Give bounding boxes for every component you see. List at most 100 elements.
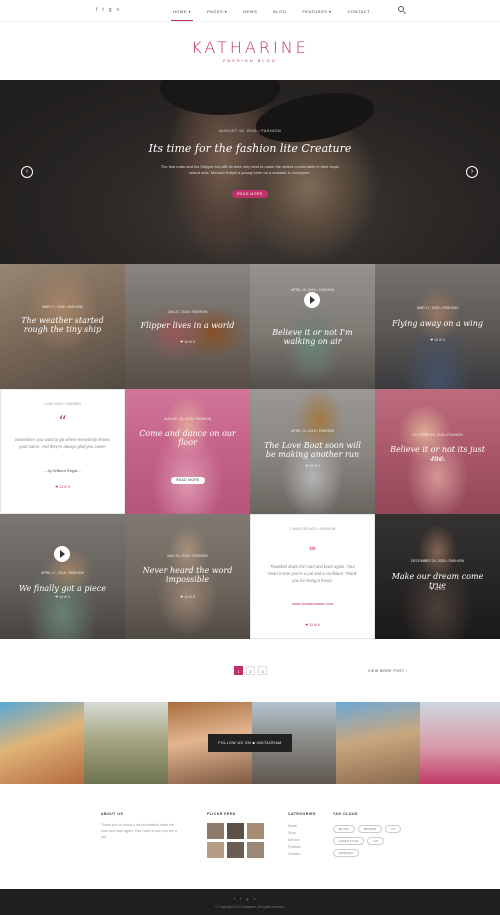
follow-instagram-button[interactable]: FOLLOW US ON ◙ INSTAGRAM (208, 734, 292, 752)
twitter-icon[interactable]: t (102, 7, 103, 13)
nav-item-blog[interactable]: BLOG (265, 0, 294, 22)
about-title: ABOUT US (101, 812, 124, 816)
vimeo-icon[interactable]: v (253, 896, 255, 901)
categories-title: CATEGORIES (288, 812, 316, 816)
hero-excerpt: The first mate and his Skipper too will … (160, 164, 340, 175)
post-meta: DECEMBER 19, 2015 • FASHION (411, 559, 464, 563)
post-stats: ❤ 13 ✉ 3 (55, 485, 70, 489)
post-title[interactable]: We finally got a piece (10, 584, 115, 593)
post-tile[interactable]: JAN 27, 2015 • FASHION Flipper lives in … (125, 264, 250, 389)
post-tile[interactable]: APRIL 17, 2015 • FASHION We finally got … (0, 514, 125, 639)
instagram-photo[interactable] (420, 702, 500, 784)
post-stats: ❤ 14 ✉ 3 (180, 595, 195, 599)
tag-cloud-title: TAG CLOUD (333, 812, 359, 816)
twitter-icon[interactable]: t (240, 896, 241, 901)
view-more-post-link[interactable]: VIEW MORE POST › (368, 669, 407, 673)
flickr-feed (207, 823, 269, 858)
flickr-photo[interactable] (227, 842, 244, 858)
link-post-tile[interactable]: 1 MINUTES AGO • FASHION ∞ Travelled down… (250, 514, 375, 639)
slider-prev-icon[interactable]: ‹ (21, 166, 33, 178)
facebook-icon[interactable]: f (96, 7, 97, 13)
hero-read-more-button[interactable]: READ MORE (232, 190, 268, 198)
nav-item-home[interactable]: HOME ▾ (165, 0, 199, 22)
post-stats: ❤ 14 ✉ 3 (180, 340, 195, 344)
slider-next-icon[interactable]: › (466, 166, 478, 178)
post-tile[interactable]: MAY 23, 2015 • FASHION Never heard the w… (125, 514, 250, 639)
category-link[interactable]: Portfolio (288, 844, 301, 851)
post-meta: APRIL 15, 2015 • FASHION (290, 288, 335, 292)
tag-link[interactable]: LIFESTYLE (333, 837, 365, 845)
post-tile[interactable]: OCTOBER 15, 2015 • FASHION Believe it or… (375, 389, 500, 514)
post-title[interactable]: The Love Boat soon will be making anothe… (260, 441, 365, 459)
post-meta: JAN 27, 2015 • FASHION (167, 310, 208, 314)
tag-link[interactable]: UX (367, 837, 385, 845)
nav-item-pages[interactable]: PAGES ▾ (199, 0, 235, 22)
instagram-photo[interactable] (0, 702, 84, 784)
post-tile[interactable]: MAR 17, 2015 • FASHION The weather start… (0, 264, 125, 389)
post-stats: ❤ 13 ✉ 3 (430, 338, 445, 342)
post-title[interactable]: The weather started rough the tiny ship (10, 316, 115, 334)
flickr-photo[interactable] (207, 823, 224, 839)
google-plus-icon[interactable]: g (109, 7, 112, 13)
page-2-button[interactable]: 2 (246, 666, 255, 675)
site-logo[interactable]: KATHARINE FASHION BLOG (0, 38, 500, 63)
link-post-url[interactable]: www.domainname.com (251, 601, 374, 606)
post-meta: 1 DAY AGO • FASHION (44, 402, 81, 406)
page-1-button[interactable]: 1 (234, 666, 243, 675)
instagram-photo[interactable] (336, 702, 420, 784)
nav-item-features[interactable]: FEATURES ▾ (294, 0, 339, 22)
category-link[interactable]: Service (288, 837, 301, 844)
post-meta: OCTOBER 15, 2015 • FASHION (412, 433, 463, 437)
hero-slider: AUGUST 16, 2015 • FASHION Its time for t… (0, 80, 500, 264)
footer-bottom-bar: f t g v © Copyright 2016 Katharine. All … (0, 889, 500, 915)
flickr-photo[interactable] (247, 842, 264, 858)
categories-list: Music Shop Service Portfolio Contact (288, 823, 301, 858)
pagination: 1 2 3 (234, 666, 267, 675)
link-icon: ∞ (309, 543, 316, 553)
post-meta: MAY 23, 2015 • FASHION (167, 554, 208, 558)
flickr-photo[interactable] (207, 842, 224, 858)
nav-item-contact[interactable]: CONTACT (340, 0, 379, 22)
post-meta: APRIL 17, 2015 • FASHION (40, 571, 85, 575)
post-title[interactable]: Flipper lives in a world (135, 321, 240, 330)
facebook-icon[interactable]: f (234, 896, 235, 901)
post-meta: MAR 17, 2015 • FASHION (42, 305, 83, 309)
post-grid: MAR 17, 2015 • FASHION The weather start… (0, 264, 500, 639)
post-stats: ❤ 14 ✉ 3 (55, 595, 70, 599)
post-title[interactable]: Never heard the word impossible (135, 566, 240, 584)
hero-title[interactable]: Its time for the fashion lite Creature (0, 142, 500, 155)
quote-post-tile[interactable]: 1 DAY AGO • FASHION “ Sometimes you want… (0, 389, 125, 514)
category-link[interactable]: Shop (288, 830, 301, 837)
post-meta: MAR 17, 2015 • FASHION (417, 306, 458, 310)
post-meta: 1 MINUTES AGO • FASHION (289, 527, 336, 531)
post-stats: ❤ 13 ✉ 3 (430, 458, 445, 462)
category-link[interactable]: Contact (288, 851, 301, 858)
nav-item-news[interactable]: NEWS (235, 0, 265, 22)
google-plus-icon[interactable]: g (246, 896, 248, 901)
tag-link[interactable]: BLOG (333, 825, 355, 833)
post-title[interactable]: Come and dance on our floor (135, 429, 240, 447)
play-video-icon[interactable] (54, 546, 70, 562)
read-more-button[interactable]: READ MORE (171, 477, 205, 484)
tag-link[interactable]: UI (385, 825, 402, 833)
post-tile[interactable]: APRIL 14, 2015 • FASHION The Love Boat s… (250, 389, 375, 514)
category-link[interactable]: Music (288, 823, 301, 830)
post-tile[interactable]: MAR 17, 2015 • FASHION Flying away on a … (375, 264, 500, 389)
logo-tagline: FASHION BLOG (223, 58, 277, 63)
vimeo-icon[interactable]: v (117, 7, 120, 13)
play-video-icon[interactable] (304, 292, 320, 308)
post-title[interactable]: Flying away on a wing (385, 319, 490, 328)
post-title[interactable]: Believe it or not I'm walking on air (260, 328, 365, 346)
post-tile[interactable]: DECEMBER 19, 2015 • FASHION Make our dre… (375, 514, 500, 639)
post-tile[interactable]: AUGUST 16, 2015 • FASHION Come and dance… (125, 389, 250, 514)
tag-link[interactable]: DESIGN (333, 849, 359, 857)
post-tile[interactable]: APRIL 15, 2015 • FASHION Believe it or n… (250, 264, 375, 389)
flickr-photo[interactable] (227, 823, 244, 839)
instagram-photo[interactable] (84, 702, 168, 784)
tag-link[interactable]: BRAND (357, 825, 383, 833)
page-3-button[interactable]: 3 (258, 666, 267, 675)
quote-text: Sometimes you want to go where everybody… (14, 437, 111, 449)
post-meta: AUGUST 16, 2015 • FASHION (163, 417, 212, 421)
flickr-photo[interactable] (247, 823, 264, 839)
search-icon[interactable] (398, 6, 404, 12)
